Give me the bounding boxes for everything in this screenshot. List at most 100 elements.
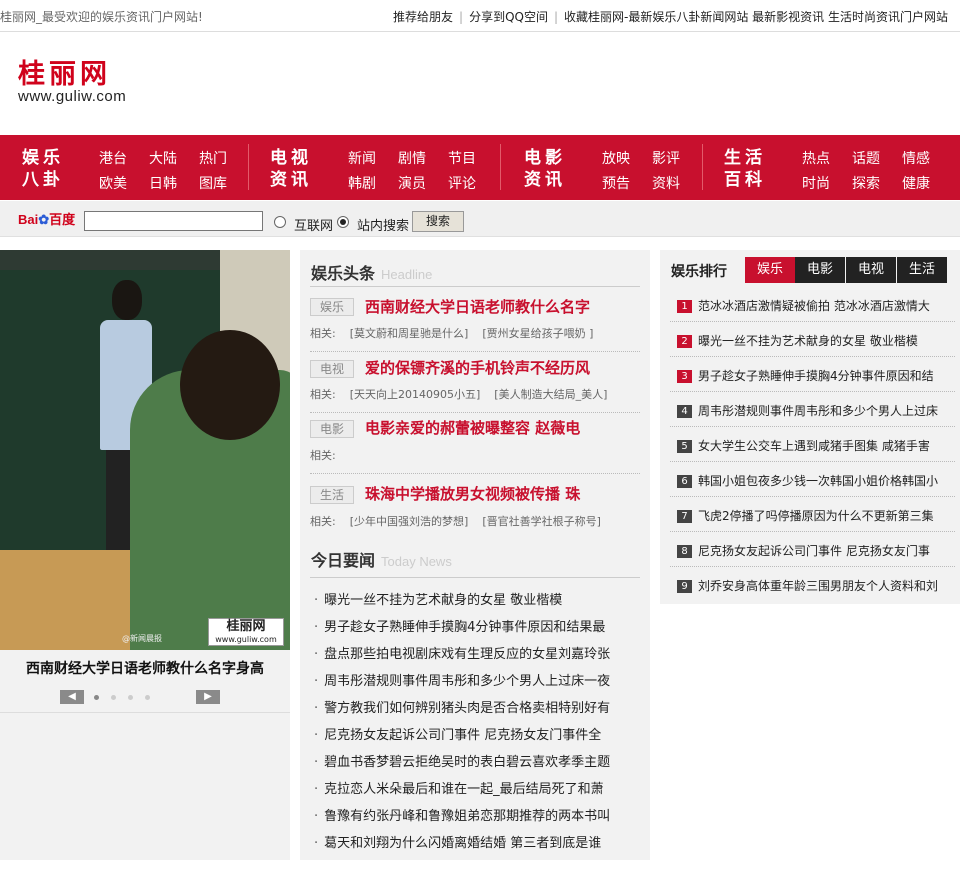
nav-link[interactable]: 放映 [602,148,630,168]
nav-divider [248,144,249,190]
radio-internet-label: 互联网 [294,219,334,234]
headline-link[interactable]: 电影亲爱的郝蕾被曝整容 赵薇电 [365,417,580,438]
watermark: 桂丽网 www.guliw.com [208,618,284,646]
ranking-panel: 娱乐排行 娱乐 电影 电视 生活 1 范冰冰酒店激情疑被偷拍 范冰冰酒店激情大 2… [660,250,960,604]
radio-internet[interactable] [274,216,286,228]
news-item[interactable]: 男子趁女子熟睡伸手摸胸4分钟事件原因和结果最 [314,616,636,635]
center-column: 娱乐头条 Headline 娱乐 西南财经大学日语老师教什么名字 相关: [莫文蔚和… [300,250,650,860]
nav-link[interactable]: 话题 [852,148,880,168]
nav-link[interactable]: 影评 [652,148,680,168]
nav-link[interactable]: 港台 [99,148,127,168]
site-logo[interactable]: 桂丽网 www.guliw.com [18,60,158,106]
ranking-item[interactable]: 8 尼克扬女友起诉公司门事件 尼克扬女友门事 [677,542,955,559]
related-links: 相关: [莫文蔚和周星驰是什么] [贾州女星给孩子喂奶 ] [310,327,594,340]
related-link[interactable]: [天天向上20140905小五] [350,388,481,401]
divider [670,566,955,567]
radio-site[interactable] [337,216,349,228]
related-link[interactable]: [美人制造大结局_美人] [494,388,607,401]
nav-link[interactable]: 大陆 [149,148,177,168]
ranking-item[interactable]: 6 韩国小姐包夜多少钱一次韩国小姐价格韩国小 [677,472,955,489]
nav-link[interactable]: 新闻 [348,148,376,168]
nav-link[interactable]: 探索 [852,173,880,193]
headline-link[interactable]: 珠海中学播放男女视频被传播 珠 [365,483,580,504]
ranking-item[interactable]: 7 飞虎2停播了吗停播原因为什么不更新第三集 [677,507,955,524]
tab-tv[interactable]: 电视 [846,257,896,283]
slide-dot[interactable] [145,695,150,700]
nav-link[interactable]: 演员 [398,173,426,193]
nav-link[interactable]: 时尚 [802,173,830,193]
ranking-item[interactable]: 5 女大学生公交车上遇到咸猪手图集 咸猪手害 [677,437,955,454]
ranking-item[interactable]: 2 曝光一丝不挂为艺术献身的女星 敬业楷模 [677,332,955,349]
nav-link[interactable]: 节目 [448,148,476,168]
nav-link[interactable]: 热点 [802,148,830,168]
bookmark-link[interactable]: 收藏桂丽网-最新娱乐八卦新闻网站 最新影视资讯 生活时尚资讯门户网站 [564,10,948,24]
nav-link[interactable]: 资料 [652,173,680,193]
ranking-item[interactable]: 9 刘乔安身高体重年龄三围男朋友个人资料和刘 [677,577,955,594]
divider [670,496,955,497]
related-links: 相关: [天天向上20140905小五] [美人制造大结局_美人] [310,388,608,401]
next-arrow-icon[interactable]: ▶ [196,690,220,704]
related-link[interactable]: [晋官社善学社根子称号] [482,515,601,528]
student-head [180,330,280,440]
slide-dot[interactable] [94,695,99,700]
top-bar: 桂丽网_最受欢迎的娱乐资讯门户网站! 推荐给朋友 | 分享到QQ空间 | 收藏桂丽网-最… [0,0,960,32]
logo-url: www.guliw.com [18,88,127,105]
divider [670,426,955,427]
news-item[interactable]: 警方教我们如何辨别猪头肉是否合格卖相特别好有 [314,697,636,716]
ranking-item[interactable]: 1 范冰冰酒店激情疑被偷拍 范冰冰酒店激情大 [677,297,955,314]
share-qq-link[interactable]: 分享到QQ空间 [469,10,548,24]
divider [670,461,955,462]
nav-link[interactable]: 评论 [448,173,476,193]
headline-link[interactable]: 西南财经大学日语老师教什么名字 [365,296,590,317]
news-item[interactable]: 鲁豫有约张丹峰和鲁豫姐弟恋那期推荐的两本书叫 [314,805,636,824]
nav-link[interactable]: 热门 [199,148,227,168]
nav-link[interactable]: 欧美 [99,173,127,193]
divider [310,473,640,474]
news-item[interactable]: 克拉恋人米朵最后和谁在一起_最后结局死了和萧 [314,778,636,797]
ranking-item[interactable]: 4 周韦彤潜规则事件周韦彤和多少个男人上过床 [677,402,955,419]
headline-tag[interactable]: 生活 [310,486,354,504]
search-button[interactable]: 搜索 [412,211,464,232]
headline-link[interactable]: 爱的保镖齐溪的手机铃声不经历风 [365,357,590,378]
nav-category-entertainment[interactable]: 娱乐 八卦 [22,147,64,191]
tab-entertainment[interactable]: 娱乐 [745,257,795,283]
news-item[interactable]: 尼克扬女友起诉公司门事件 尼克扬女友门事件全 [314,724,636,743]
nav-category-movie[interactable]: 电影 资讯 [524,147,566,191]
news-item[interactable]: 周韦彤潜规则事件周韦彤和多少个男人上过床一夜 [314,670,636,689]
news-item[interactable]: 葛天和刘翔为什么闪婚离婚结婚 第三者到底是谁 [314,832,636,851]
prev-arrow-icon[interactable]: ◀ [60,690,84,704]
nav-link[interactable]: 图库 [199,173,227,193]
related-links: 相关: [310,449,336,462]
nav-link[interactable]: 健康 [902,173,930,193]
divider [310,412,640,413]
related-link[interactable]: [少年中国强刘浩的梦想] [350,515,469,528]
slideshow-caption[interactable]: 西南财经大学日语老师教什么名字身高 [0,658,290,678]
nav-link[interactable]: 日韩 [149,173,177,193]
news-item[interactable]: 盘点那些拍电视剧床戏有生理反应的女星刘嘉玲张 [314,643,636,662]
headline-tag[interactable]: 娱乐 [310,298,354,316]
news-item[interactable]: 碧血书香梦碧云拒绝吴时的表白碧云喜欢孝季主题 [314,751,636,770]
slideshow-image[interactable]: @新闻晨报 桂丽网 www.guliw.com [0,250,290,650]
nav-link[interactable]: 剧情 [398,148,426,168]
headline-tag[interactable]: 电视 [310,360,354,378]
tab-life[interactable]: 生活 [897,257,947,283]
nav-divider [702,144,703,190]
related-link[interactable]: [莫文蔚和周星驰是什么] [350,327,469,340]
ranking-item[interactable]: 3 男子趁女子熟睡伸手摸胸4分钟事件原因和结 [677,367,955,384]
divider [0,712,290,713]
nav-link[interactable]: 预告 [602,173,630,193]
recommend-link[interactable]: 推荐给朋友 [393,10,453,24]
slide-dot[interactable] [111,695,116,700]
slide-dot[interactable] [128,695,133,700]
news-item[interactable]: 曝光一丝不挂为艺术献身的女星 敬业楷模 [314,589,636,608]
headline-tag[interactable]: 电影 [310,420,354,438]
nav-divider [500,144,501,190]
nav-category-tv[interactable]: 电视 资讯 [270,147,312,191]
tab-movie[interactable]: 电影 [795,257,845,283]
search-input[interactable] [84,211,263,231]
related-link[interactable]: [贾州女星给孩子喂奶 ] [482,327,593,340]
nav-category-life[interactable]: 生活 百科 [724,147,766,191]
nav-link[interactable]: 情感 [902,148,930,168]
nav-link[interactable]: 韩剧 [348,173,376,193]
divider [670,391,955,392]
